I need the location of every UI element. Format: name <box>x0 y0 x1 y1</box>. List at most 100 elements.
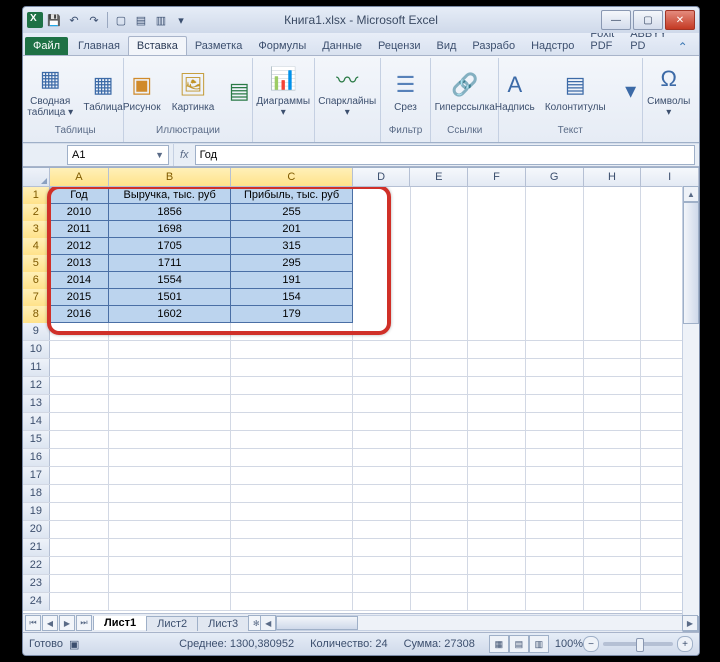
cell[interactable] <box>353 204 411 221</box>
tab-pagelayout[interactable]: Разметка <box>187 37 251 55</box>
cell[interactable] <box>584 255 642 272</box>
vertical-scroll-thumb[interactable] <box>683 202 699 324</box>
cell[interactable] <box>468 539 526 556</box>
cell[interactable]: 179 <box>231 306 353 323</box>
cell[interactable] <box>468 306 526 323</box>
cell[interactable] <box>50 341 110 358</box>
cell[interactable] <box>526 359 584 376</box>
qat-new-button[interactable]: ▢ <box>112 11 130 29</box>
zoom-out-button[interactable]: − <box>583 636 599 652</box>
cell[interactable]: 1501 <box>109 289 231 306</box>
row-header[interactable]: 2 <box>23 204 50 221</box>
cell[interactable] <box>231 449 353 466</box>
cell[interactable] <box>526 238 584 255</box>
cell[interactable] <box>411 377 469 394</box>
ribbon-picture-button[interactable]: ▣Рисунок <box>117 67 167 116</box>
cell[interactable] <box>468 503 526 520</box>
ribbon-sparklines-button[interactable]: 〰Спарклайны ▾ <box>313 61 381 121</box>
qat-redo-button[interactable]: ↷ <box>85 11 103 29</box>
row-header[interactable]: 21 <box>23 539 50 556</box>
sheet-tab-3[interactable]: Лист3 <box>197 616 249 631</box>
cell[interactable] <box>50 449 110 466</box>
cell[interactable] <box>353 467 411 484</box>
cell[interactable] <box>411 593 469 610</box>
cell[interactable] <box>231 503 353 520</box>
cell[interactable] <box>584 575 642 592</box>
minimize-button[interactable]: — <box>601 10 631 30</box>
cell[interactable] <box>231 467 353 484</box>
cell[interactable] <box>411 341 469 358</box>
cell[interactable] <box>231 539 353 556</box>
cell[interactable] <box>468 341 526 358</box>
macro-record-icon[interactable]: ▣ <box>69 638 79 651</box>
cell[interactable] <box>411 431 469 448</box>
zoom-level[interactable]: 100% <box>555 638 583 650</box>
column-header-E[interactable]: E <box>410 168 468 186</box>
sheet-nav-next[interactable]: ▶ <box>59 615 75 631</box>
cell[interactable] <box>584 449 642 466</box>
cell[interactable] <box>50 377 110 394</box>
cell[interactable] <box>353 272 411 289</box>
cell[interactable] <box>353 521 411 538</box>
cell[interactable] <box>411 187 469 204</box>
column-header-A[interactable]: A <box>50 168 110 186</box>
cell[interactable] <box>526 449 584 466</box>
row-header[interactable]: 18 <box>23 485 50 502</box>
cell[interactable] <box>468 204 526 221</box>
cell[interactable] <box>584 323 642 340</box>
cell[interactable] <box>411 539 469 556</box>
cell[interactable] <box>353 323 411 340</box>
cell[interactable] <box>353 431 411 448</box>
cell[interactable] <box>109 575 231 592</box>
cell[interactable] <box>231 359 353 376</box>
ribbon-charts-button[interactable]: 📊Диаграммы ▾ <box>251 61 315 121</box>
cell[interactable]: 191 <box>231 272 353 289</box>
row-header[interactable]: 20 <box>23 521 50 538</box>
cell[interactable] <box>109 341 231 358</box>
cell[interactable]: 201 <box>231 221 353 238</box>
cell[interactable] <box>50 575 110 592</box>
select-all-corner[interactable] <box>23 168 50 186</box>
ribbon-symbols-button[interactable]: ΩСимволы ▾ <box>642 61 695 121</box>
cell[interactable] <box>353 238 411 255</box>
qat-print-button[interactable]: ▥ <box>152 11 170 29</box>
cell[interactable] <box>584 306 642 323</box>
horizontal-scroll-thumb[interactable] <box>276 616 358 630</box>
cell[interactable] <box>353 557 411 574</box>
column-header-F[interactable]: F <box>468 168 526 186</box>
row-header[interactable]: 22 <box>23 557 50 574</box>
row-header[interactable]: 15 <box>23 431 50 448</box>
tab-insert[interactable]: Вставка <box>128 36 187 55</box>
cell[interactable] <box>584 413 642 430</box>
cell[interactable]: 295 <box>231 255 353 272</box>
cell[interactable] <box>411 238 469 255</box>
cell[interactable] <box>468 521 526 538</box>
cell[interactable] <box>353 395 411 412</box>
cell[interactable]: 1856 <box>109 204 231 221</box>
cell[interactable] <box>526 521 584 538</box>
cell[interactable] <box>231 575 353 592</box>
cell[interactable] <box>468 593 526 610</box>
ribbon-headerfooter-button[interactable]: ▤Колонтитулы <box>540 67 611 116</box>
qat-save-button[interactable]: 💾 <box>45 11 63 29</box>
zoom-slider[interactable] <box>603 642 673 646</box>
view-pagelayout-button[interactable]: ▤ <box>509 635 529 653</box>
cell[interactable] <box>50 485 110 502</box>
tab-developer[interactable]: Разрабо <box>464 37 523 55</box>
cell[interactable] <box>411 521 469 538</box>
cell[interactable] <box>526 323 584 340</box>
cell[interactable] <box>584 289 642 306</box>
cell[interactable] <box>50 413 110 430</box>
row-header[interactable]: 11 <box>23 359 50 376</box>
cell[interactable] <box>109 359 231 376</box>
cell[interactable]: 2013 <box>50 255 110 272</box>
cell[interactable]: 1602 <box>109 306 231 323</box>
sheet-tab-1[interactable]: Лист1 <box>93 616 147 630</box>
cell[interactable] <box>231 431 353 448</box>
cell[interactable]: Год <box>50 187 110 204</box>
cell[interactable] <box>50 431 110 448</box>
row-header[interactable]: 12 <box>23 377 50 394</box>
cell[interactable] <box>526 255 584 272</box>
cell[interactable] <box>411 255 469 272</box>
cell[interactable] <box>109 431 231 448</box>
